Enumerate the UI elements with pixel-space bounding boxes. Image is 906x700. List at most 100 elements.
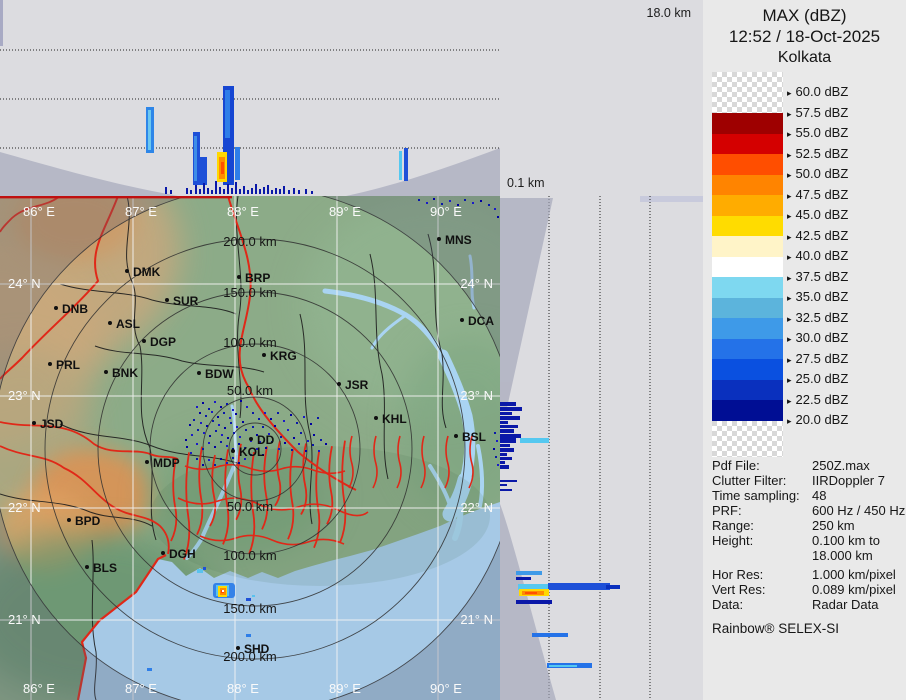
metadata-rows: Pdf File: 250Z.max Clutter Filter: IIRDoppl… (712, 458, 905, 612)
city-label: BNK (112, 366, 138, 380)
echo-pixel (196, 406, 198, 408)
profile-noise-spike (298, 190, 300, 194)
city-marker-dot (165, 298, 169, 302)
echo-pixel (214, 401, 216, 403)
profile-echo-bar (221, 162, 224, 174)
profile-echo-bar (525, 592, 537, 594)
city-marker-dot (197, 371, 201, 375)
scale-tick-arrow-icon: ▸ (787, 190, 792, 201)
echo-pixel (193, 419, 195, 421)
profile-echo-bar (500, 416, 520, 420)
echo-pixel (265, 447, 267, 449)
color-band (712, 133, 783, 155)
echo-pixel (211, 411, 213, 413)
metadata-label: Range: (712, 518, 754, 533)
echo-pixel (278, 448, 280, 450)
city-marker-dot (262, 353, 266, 357)
metadata-label: Hor Res: (712, 567, 764, 582)
echo-pixel (270, 418, 272, 420)
metadata-row: 18.000 km (712, 548, 904, 563)
echo-pixel (296, 422, 298, 424)
city-label: SUR (173, 294, 199, 308)
echo-pixel (252, 426, 254, 428)
scale-tick-label: 50.0 dBZ (795, 166, 849, 182)
echo-pixel (277, 412, 279, 414)
profile-noise-spike (243, 186, 245, 194)
echo-pixel (307, 440, 309, 442)
longitude-label: 88° E (227, 681, 259, 696)
profile-echo-bar (500, 407, 522, 411)
scale-tick: ▸ 25.0 dBZ (787, 371, 848, 388)
profile-echo-bar (148, 110, 151, 150)
profile-echo-bar (500, 461, 505, 464)
echo-pixel (305, 450, 307, 452)
profile-echo-bar (500, 457, 512, 460)
range-ring-label: 150.0 km (223, 285, 276, 300)
profile-noise-spike (293, 188, 295, 194)
latitude-label: 23° N (8, 388, 41, 403)
metadata-block: Pdf File: 250Z.max Clutter Filter: IIRDoppl… (712, 458, 905, 636)
echo-pixel (242, 421, 244, 423)
city-marker-dot (231, 449, 235, 453)
scale-tick-label: 40.0 dBZ (795, 248, 849, 264)
scale-tick-arrow-icon: ▸ (787, 313, 792, 324)
profile-echo-bar (399, 151, 402, 180)
echo-pixel (287, 429, 289, 431)
metadata-label: Height: (712, 533, 754, 548)
metadata-row: Time sampling: 48 (712, 488, 904, 503)
profile-noise-spike (207, 188, 209, 194)
echo-pixel (495, 456, 497, 458)
echo-pixel (312, 444, 314, 446)
echo-pixel (212, 420, 214, 422)
echo-pixel (235, 413, 237, 415)
profile-noise-spike (219, 187, 221, 194)
city-label: JSR (345, 378, 369, 392)
metadata-row: Data: Radar Data (712, 597, 904, 612)
profile-noise-spike (311, 191, 313, 194)
city-label: BLS (93, 561, 117, 575)
max-height-axis-label: 18.0 km (646, 6, 691, 20)
profile-noise-spike (271, 190, 273, 194)
profile-echo-bar (194, 136, 197, 181)
metadata-value: 1.000 km/pixel (812, 567, 896, 582)
city-label: DNB (62, 302, 88, 316)
metadata-label: Pdf File: (712, 458, 760, 473)
echo-pixel (208, 442, 210, 444)
color-band (712, 379, 783, 401)
echo-pixel (205, 415, 207, 417)
echo-pixel (317, 417, 319, 419)
city-label: KHL (382, 412, 407, 426)
echo-pixel (239, 436, 241, 438)
color-band (712, 297, 783, 319)
scale-tick-label: 47.5 dBZ (795, 186, 849, 202)
color-band (712, 338, 783, 360)
scale-tick-arrow-icon: ▸ (787, 129, 792, 140)
profile-noise-spike (251, 188, 253, 194)
city-marker-dot (237, 275, 241, 279)
metadata-label: Time sampling: (712, 488, 800, 503)
echo-pixel (185, 439, 187, 441)
echo-pixel (214, 446, 216, 448)
software-brand: Rainbow® SELEX-SI (712, 621, 840, 636)
echo-pixel (303, 416, 305, 418)
profile-noise-spike (186, 188, 188, 194)
echo-pixel (245, 429, 247, 431)
profile-echo-bar (548, 583, 610, 590)
range-ring-label: 50.0 km (227, 383, 273, 398)
profile-noise-spike (231, 188, 233, 194)
scale-tick: ▸ 27.5 dBZ (787, 351, 848, 368)
city-marker-dot (249, 437, 253, 441)
profile-noise-spike (247, 190, 249, 194)
echo-pixel (230, 422, 232, 424)
echo-pixel (208, 459, 210, 461)
echo-pixel (215, 430, 217, 432)
range-ring-label: 50.0 km (227, 499, 273, 514)
scale-tick-arrow-icon: ▸ (787, 395, 792, 406)
echo-pixel (310, 423, 312, 425)
echo-pixel (202, 464, 204, 466)
range-ring-label: 100.0 km (223, 335, 276, 350)
echo-pixel (240, 400, 242, 402)
longitude-label: 88° E (227, 204, 259, 219)
radar-map-canvas: 86° E 86° E 87° E 87° E 88° E 88° E 89° E 89° E… (0, 196, 500, 700)
profile-noise-spike (211, 190, 213, 194)
